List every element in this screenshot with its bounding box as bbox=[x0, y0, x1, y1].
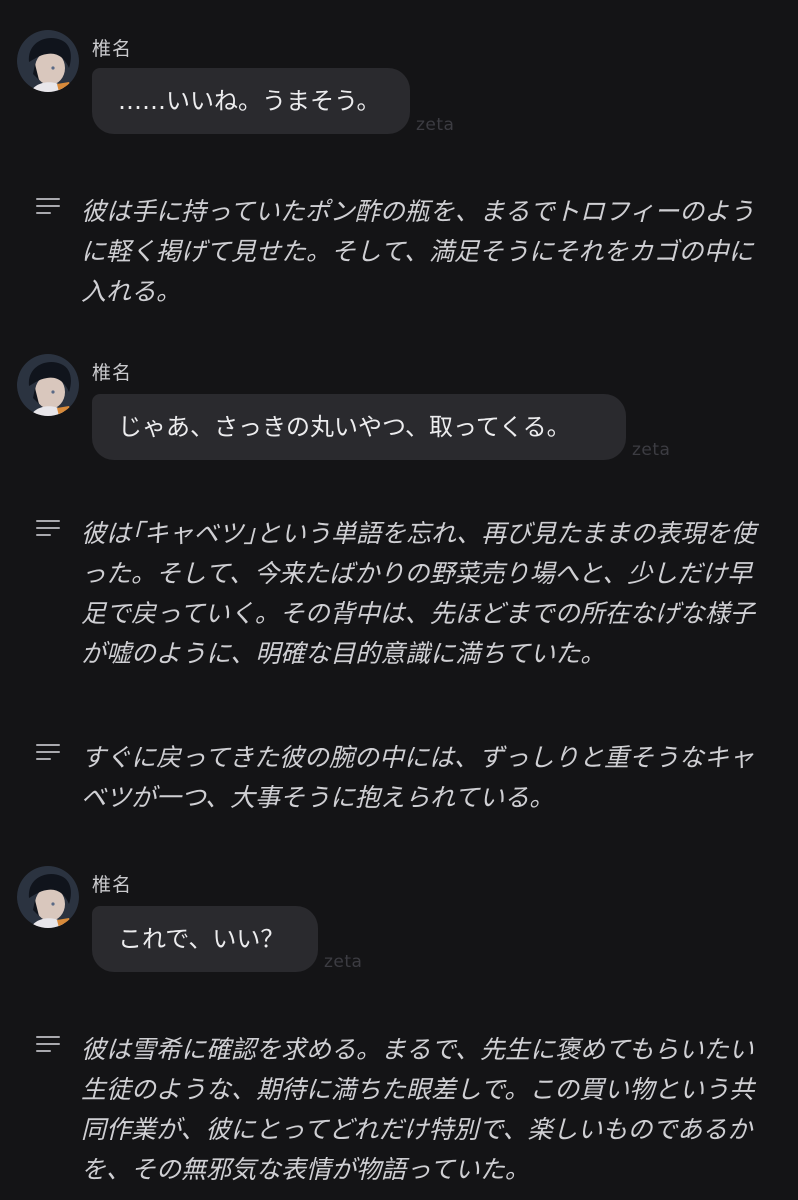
chat-log: 椎名 ……いいね。うまそう。 zeta 彼は手に持っていたポン酢の瓶を、まるでト… bbox=[0, 0, 798, 1200]
character-avatar[interactable] bbox=[17, 30, 79, 92]
message-bubble: これで、いい？ bbox=[92, 906, 318, 972]
narration-lines-icon bbox=[36, 1036, 62, 1056]
narration-lines-icon bbox=[36, 198, 62, 218]
message-bubble: ……いいね。うまそう。 bbox=[92, 68, 410, 134]
narration-text: 彼は手に持っていたポン酢の瓶を、まるでトロフィーのように軽く掲げて見せた。そして… bbox=[81, 197, 755, 306]
narration-text: すぐに戻ってきた彼の腕の中には、ずっしりと重そうなキャベツが一つ、大事そうに抱え… bbox=[81, 743, 755, 812]
narration-lines-icon bbox=[36, 520, 62, 540]
message-bubble: じゃあ、さっきの丸いやつ、取ってくる。 bbox=[92, 394, 626, 460]
source-tag: zeta bbox=[324, 952, 363, 972]
character-avatar[interactable] bbox=[17, 354, 79, 416]
character-avatar[interactable] bbox=[17, 866, 79, 928]
sender-name: 椎名 bbox=[92, 362, 133, 384]
avatar-portrait-icon bbox=[17, 866, 79, 928]
sender-name: 椎名 bbox=[92, 874, 133, 896]
source-tag: zeta bbox=[416, 115, 455, 135]
narration-text: 彼は雪希に確認を求める。まるで、先生に褒めてもらいたい生徒のような、期待に満ちた… bbox=[81, 1035, 755, 1184]
narration-text: 彼は｢キャベツ｣という単語を忘れ、再び見たままの表現を使った。そして、今来たばか… bbox=[81, 519, 756, 668]
avatar-portrait-icon bbox=[17, 30, 79, 92]
avatar-portrait-icon bbox=[17, 354, 79, 416]
source-tag: zeta bbox=[632, 440, 671, 460]
sender-name: 椎名 bbox=[92, 38, 133, 60]
narration-lines-icon bbox=[36, 744, 62, 764]
